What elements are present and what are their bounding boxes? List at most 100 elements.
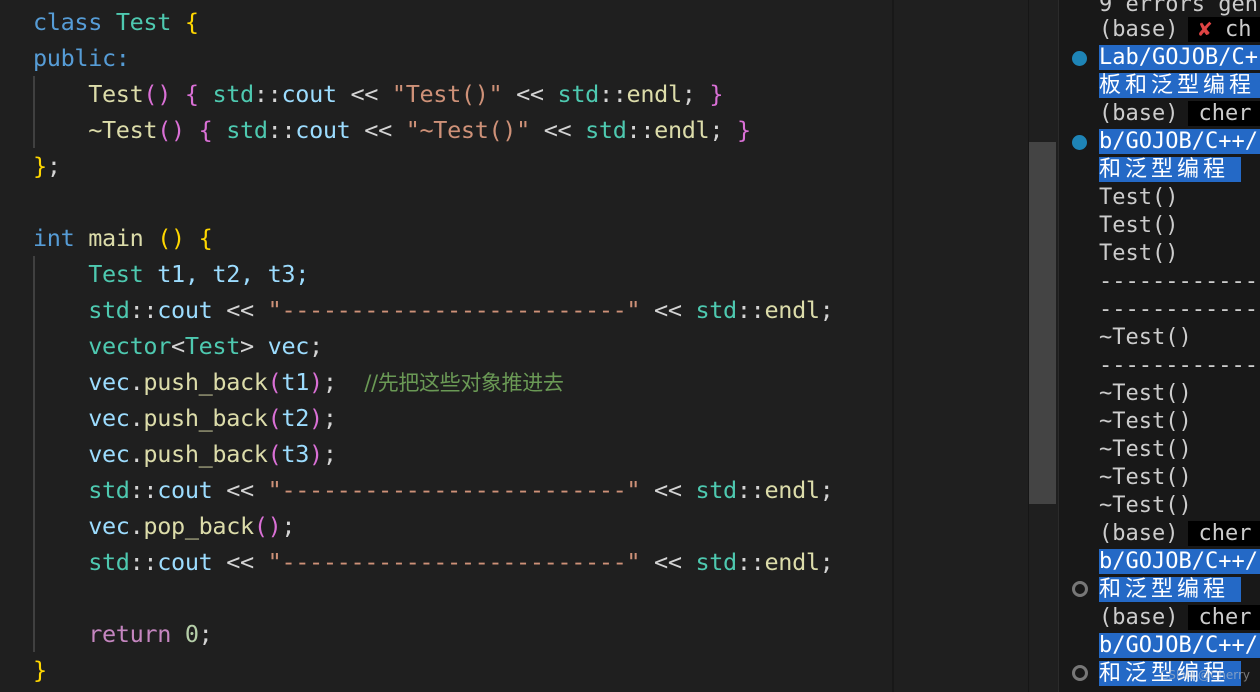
string-literal: "-------------------------" [267, 548, 641, 576]
namespace: std [88, 548, 130, 576]
terminal-output-line: ~Test() [1099, 437, 1192, 462]
code-line-4[interactable]: ~Test() { std::cout << "~Test()" << std:… [33, 112, 751, 148]
function-name: main [88, 224, 144, 252]
variable: vec [88, 368, 130, 396]
watermark: CSDN @Cherry [1159, 668, 1250, 682]
cout: cout [157, 476, 213, 504]
argument: t3 [281, 440, 310, 468]
method-name: push_back [143, 440, 268, 468]
terminal-output-line: ------------ [1099, 269, 1258, 294]
code-line-8[interactable]: Test t1, t2, t3; [33, 256, 309, 292]
namespace: std [88, 296, 130, 324]
type-name: Test [88, 260, 144, 288]
variable: vec [88, 404, 130, 432]
namespace: std [585, 116, 627, 144]
string-literal: "-------------------------" [267, 476, 641, 504]
operator: << [516, 80, 544, 108]
cout: cout [157, 296, 213, 324]
command-status-hollow-dot-icon[interactable] [1072, 581, 1088, 597]
brace: } [33, 656, 47, 684]
namespace: std [226, 116, 268, 144]
terminal-path: b/GOJOB/C++/ [1099, 128, 1260, 156]
string-literal: "Test()" [391, 80, 503, 108]
string-literal: "~Test()" [405, 116, 531, 144]
terminal-path: b/GOJOB/C++/ [1099, 548, 1260, 576]
terminal-output-line: ------------ [1099, 297, 1258, 322]
terminal-prompt: (base) cher [1099, 604, 1260, 632]
operator: << [543, 116, 572, 144]
constructor-name: Test [88, 80, 144, 108]
code-line-18[interactable]: return 0; [33, 616, 213, 652]
terminal-output-line: ~Test() [1099, 381, 1192, 406]
code-line-14[interactable]: std::cout << "-------------------------"… [33, 472, 834, 508]
terminal-path-cjk: 和泛型编程 [1099, 576, 1242, 604]
type-name: Test [184, 332, 241, 360]
command-status-dot-icon[interactable] [1072, 135, 1087, 150]
code-line-10[interactable]: vector<Test> vec; [33, 328, 323, 364]
argument: t2 [281, 404, 310, 432]
method-name: pop_back [143, 512, 254, 540]
operator: << [654, 548, 682, 576]
class-name: Test [115, 8, 172, 36]
code-line-2[interactable]: public: [33, 40, 130, 76]
variable: vec [88, 512, 130, 540]
method-name: push_back [143, 368, 268, 396]
terminal-output-line: ~Test() [1099, 493, 1192, 518]
terminal-prompt: (base) cher [1099, 100, 1260, 128]
operator: << [226, 476, 254, 504]
code-line-7[interactable]: int main () { [33, 220, 213, 256]
error-x-icon: ✘ [1198, 17, 1212, 42]
keyword: int [33, 224, 75, 252]
keyword: class [33, 8, 102, 36]
parens: () [157, 224, 185, 252]
terminal-output-line: Test() [1099, 241, 1179, 266]
code-line-19[interactable]: } [33, 652, 47, 688]
namespace: std [695, 476, 737, 504]
operator: << [654, 476, 682, 504]
code-line-16[interactable]: std::cout << "-------------------------"… [33, 544, 834, 580]
terminal-output-line: Test() [1099, 213, 1179, 238]
minimap[interactable] [892, 0, 1030, 692]
code-editor[interactable]: class Test { public: Test() { std::cout … [0, 0, 892, 692]
code-line-15[interactable]: vec.pop_back(); [33, 508, 295, 544]
code-line-9[interactable]: std::cout << "-------------------------"… [33, 292, 834, 328]
terminal-output-line: ------------ [1099, 353, 1258, 378]
destructor-name: ~Test [88, 116, 158, 144]
command-status-hollow-dot-icon[interactable] [1072, 665, 1088, 681]
terminal-path-cjk: 板和泛型编程 [1099, 72, 1260, 100]
endl: endl [764, 296, 820, 324]
code-line-11[interactable]: vec.push_back(t1); //先把这些对象推进去 [33, 364, 564, 400]
terminal-output-line: ~Test() [1099, 325, 1192, 350]
terminal-output-line: ~Test() [1099, 409, 1192, 434]
code-line-3[interactable]: Test() { std::cout << "Test()" << std::e… [33, 76, 723, 112]
editor-scrollbar-thumb[interactable] [1029, 142, 1056, 504]
variables: t1, t2, t3; [157, 260, 309, 288]
string-literal: "-------------------------" [267, 296, 641, 324]
cout: cout [281, 80, 337, 108]
namespace: std [88, 476, 130, 504]
argument: t1 [281, 368, 310, 396]
cout: cout [157, 548, 213, 576]
code-line-13[interactable]: vec.push_back(t3); [33, 436, 337, 472]
terminal-output-line: ~Test() [1099, 465, 1192, 490]
endl: endl [764, 548, 820, 576]
terminal-prompt: (base) ✘ ch [1099, 16, 1260, 44]
command-status-dot-icon[interactable] [1072, 51, 1087, 66]
terminal-prompt: (base) cher [1099, 520, 1260, 548]
terminal-panel[interactable]: 9 errors gen (base) ✘ ch Lab/GOJOB/C+ 板和泛… [1058, 0, 1260, 692]
method-name: push_back [143, 404, 268, 432]
endl: endl [764, 476, 820, 504]
terminal-path-cjk: 和泛型编程 [1099, 156, 1242, 184]
brace: { [198, 224, 213, 252]
operator: << [226, 296, 254, 324]
terminal-output-line: Test() [1099, 185, 1179, 210]
brace: { [184, 8, 199, 36]
namespace: std [695, 548, 737, 576]
code-comment: //先把这些对象推进去 [364, 371, 564, 395]
code-line-5[interactable]: }; [33, 148, 61, 184]
namespace: std [695, 296, 737, 324]
code-line-12[interactable]: vec.push_back(t2); [33, 400, 337, 436]
namespace: std [557, 80, 600, 108]
code-line-1[interactable]: class Test { [33, 4, 199, 40]
terminal-path: Lab/GOJOB/C+ [1099, 44, 1260, 72]
